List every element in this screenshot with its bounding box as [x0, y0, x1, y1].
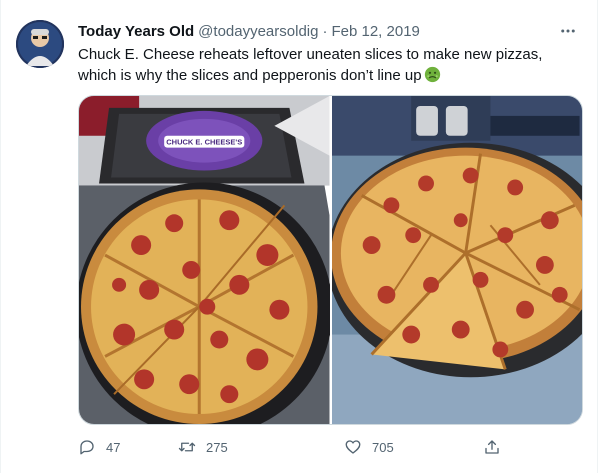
pizza-photo-right[interactable]	[331, 96, 582, 424]
share-icon	[485, 440, 499, 454]
author-handle[interactable]: @todayyearsoldig	[198, 23, 318, 40]
retweet-icon	[178, 442, 196, 452]
tweet-date[interactable]: Feb 12, 2019	[331, 23, 419, 40]
reply-button[interactable]: 47	[78, 433, 120, 461]
tweet-card[interactable]: Today Years Old @todayyearsoldig · Feb 1…	[0, 0, 598, 473]
more-horizontal-icon[interactable]	[557, 20, 579, 42]
reply-count: 47	[106, 439, 121, 455]
retweet-button[interactable]: 275	[178, 433, 228, 461]
like-count: 705	[372, 439, 394, 455]
tray-plate-text: CHUCK E. CHEESE'S	[166, 138, 242, 147]
retweet-count: 275	[206, 439, 228, 455]
tweet-header: Today Years Old @todayyearsoldig · Feb 1…	[78, 20, 420, 42]
action-bar: 47 275 705	[78, 433, 508, 461]
reply-icon	[80, 440, 94, 455]
tweet-media[interactable]: CHUCK E. CHEESE'S	[78, 95, 583, 425]
nauseated-face-emoji	[424, 66, 441, 83]
separator: ·	[322, 22, 328, 40]
share-button[interactable]	[483, 433, 501, 461]
tweet-text-container: Chuck E. Cheese reheats leftover uneaten…	[78, 44, 583, 86]
avatar[interactable]	[16, 20, 64, 68]
tweet-text: Chuck E. Cheese reheats leftover uneaten…	[78, 46, 543, 84]
heart-icon	[345, 440, 361, 454]
author-name[interactable]: Today Years Old	[78, 23, 194, 40]
pizza-photo-left[interactable]: CHUCK E. CHEESE'S	[79, 96, 330, 424]
like-button[interactable]: 705	[344, 433, 394, 461]
